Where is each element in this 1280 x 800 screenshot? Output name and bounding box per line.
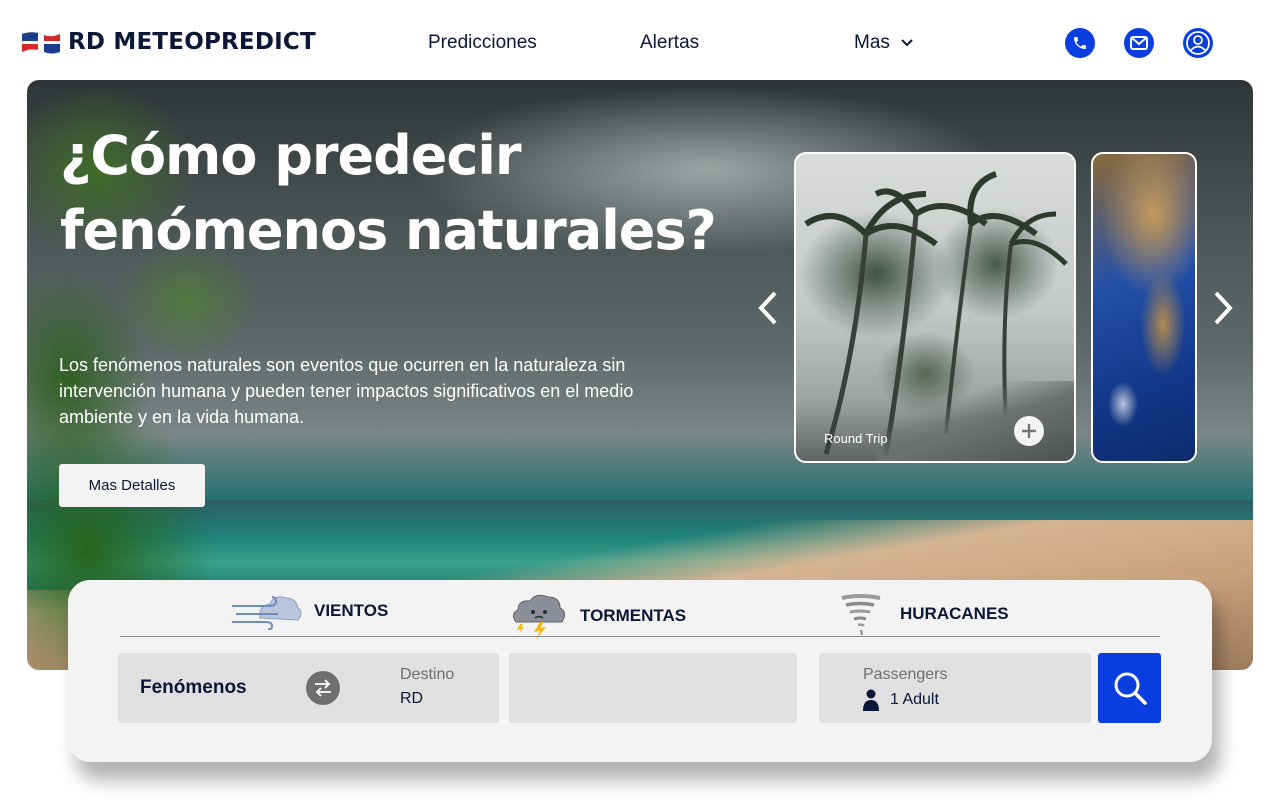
mail-icon <box>1130 36 1148 50</box>
phenomena-label: Fenómenos <box>140 677 247 698</box>
destination-label: Destino <box>400 666 455 683</box>
search-icon <box>1114 672 1147 705</box>
plus-icon <box>1022 424 1036 438</box>
account-button[interactable] <box>1183 28 1213 58</box>
nav-mas[interactable]: Mas <box>854 32 914 54</box>
person-icon <box>863 689 879 711</box>
nav-mas-label: Mas <box>854 32 890 53</box>
tab-vientos-label: VIENTOS <box>314 601 389 620</box>
chevron-down-icon <box>901 39 913 47</box>
passengers-field[interactable]: Passengers 1 Adult <box>819 653 1091 723</box>
card-label: Round Trip <box>824 431 888 446</box>
tab-tormentas-label: TORMENTAS <box>580 606 687 625</box>
mail-button[interactable] <box>1124 28 1154 58</box>
tornado-icon <box>841 594 881 636</box>
swap-button[interactable] <box>306 671 340 705</box>
passengers-label: Passengers <box>863 666 948 683</box>
hero-description: Los fenómenos naturales son eventos que … <box>59 355 634 427</box>
storm-cloud-icon <box>512 594 566 640</box>
search-button[interactable] <box>1098 653 1161 723</box>
passengers-value: 1 Adult <box>890 691 939 708</box>
carousel-prev-icon[interactable] <box>757 290 779 326</box>
user-icon <box>1186 31 1210 55</box>
road-image <box>876 381 1074 461</box>
phone-icon <box>1074 37 1086 49</box>
brand-logo[interactable]: RD METEOPREDICT <box>20 28 316 56</box>
phone-button[interactable] <box>1065 28 1095 58</box>
details-button[interactable]: Mas Detalles <box>59 464 205 507</box>
destination-value[interactable]: RD <box>400 690 423 708</box>
tab-huracanes[interactable]: HURACANES <box>834 592 1009 636</box>
phenomena-field[interactable]: Fenómenos Destino RD <box>118 653 499 723</box>
tab-vientos[interactable]: VIENTOS <box>230 592 388 630</box>
tab-tormentas[interactable]: TORMENTAS <box>510 592 686 640</box>
search-panel: VIENTOS TORMENTAS HURACANES Fenómenos De… <box>68 580 1212 762</box>
tab-huracanes-label: HURACANES <box>900 604 1009 623</box>
dominican-flag-icon <box>21 31 61 55</box>
card-add-button[interactable] <box>1014 416 1044 446</box>
swap-arrows-icon <box>315 679 331 697</box>
date-field[interactable] <box>509 653 797 723</box>
brand-name: RD METEOPREDICT <box>68 29 316 55</box>
wind-cloud-icon <box>232 596 302 630</box>
hero-title: ¿Cómo predecir fenómenos naturales? <box>60 124 717 262</box>
nav-alertas[interactable]: Alertas <box>640 32 699 54</box>
carousel-card-hurricane[interactable]: Round Trip <box>794 152 1076 463</box>
tabs-divider <box>120 636 1160 637</box>
carousel-card-satellite[interactable] <box>1091 152 1197 463</box>
passengers-value-row: 1 Adult <box>862 689 939 711</box>
nav-predicciones[interactable]: Predicciones <box>428 32 537 54</box>
carousel-next-icon[interactable] <box>1212 290 1234 326</box>
